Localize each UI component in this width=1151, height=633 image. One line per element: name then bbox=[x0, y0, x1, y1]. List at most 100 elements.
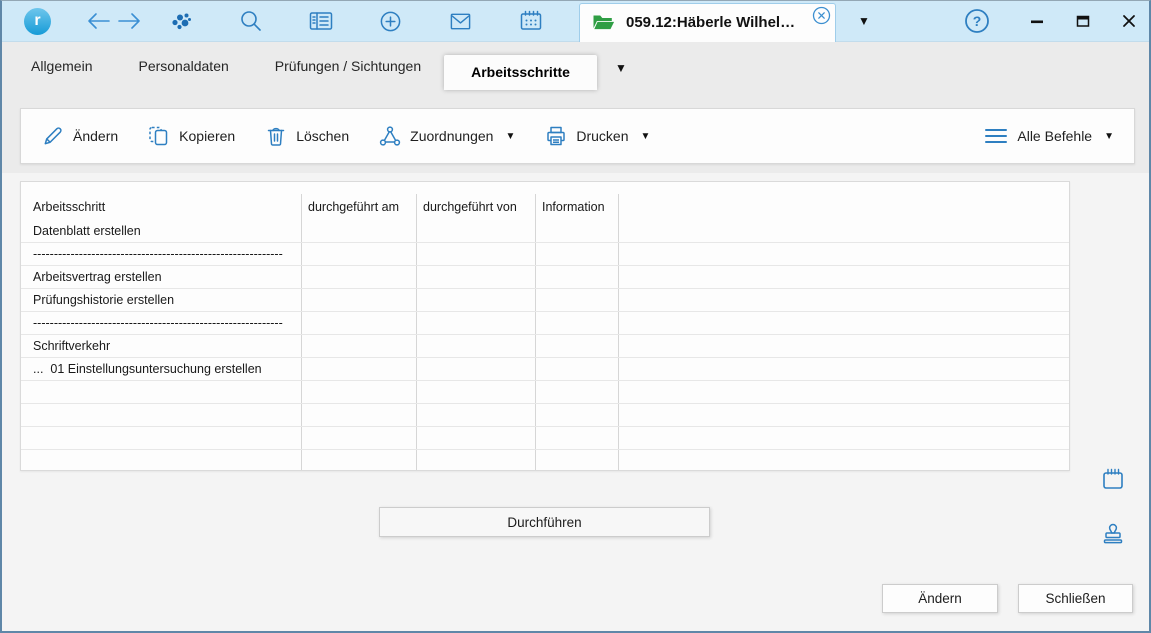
table-cell: Arbeitsvertrag erstellen bbox=[21, 266, 302, 288]
table-cell bbox=[21, 427, 302, 449]
trash-icon bbox=[265, 125, 287, 147]
loeschen-label: Löschen bbox=[296, 128, 349, 144]
table-cell bbox=[536, 220, 619, 242]
aendern-button[interactable]: Ändern bbox=[41, 125, 118, 148]
table-cell bbox=[417, 381, 536, 403]
table-cell bbox=[536, 335, 619, 357]
dropdown-caret-icon: ▼ bbox=[640, 132, 650, 142]
table-row[interactable]: ----------------------------------------… bbox=[21, 312, 1069, 335]
column-header-filler bbox=[619, 194, 1069, 220]
table-cell bbox=[417, 220, 536, 242]
durchfuehren-button[interactable]: Durchführen bbox=[379, 507, 710, 537]
tab-personaldaten[interactable]: Personaldaten bbox=[115, 42, 251, 90]
help-icon[interactable]: ? bbox=[964, 8, 990, 34]
table-cell bbox=[536, 243, 619, 265]
table-cell-filler bbox=[619, 450, 1069, 471]
add-circle-icon[interactable] bbox=[379, 10, 402, 33]
table-cell bbox=[302, 427, 417, 449]
table-cell: ----------------------------------------… bbox=[21, 312, 302, 334]
stamp-icon[interactable] bbox=[1098, 519, 1128, 549]
loeschen-button[interactable]: Löschen bbox=[265, 125, 349, 147]
back-arrow-icon[interactable] bbox=[85, 11, 111, 31]
table-cell bbox=[536, 450, 619, 471]
titlebar-dropdown-caret-icon[interactable]: ▼ bbox=[858, 15, 870, 27]
table-header-row: Arbeitsschritt durchgeführt am durchgefü… bbox=[21, 194, 1069, 220]
table-cell bbox=[417, 427, 536, 449]
dropdown-caret-icon: ▼ bbox=[1104, 132, 1114, 142]
search-icon[interactable] bbox=[239, 9, 263, 33]
table-row[interactable] bbox=[21, 404, 1069, 427]
table-cell bbox=[417, 289, 536, 311]
workflow-cluster-icon[interactable] bbox=[169, 9, 193, 33]
table-cell-filler bbox=[619, 427, 1069, 449]
table-cell bbox=[536, 427, 619, 449]
table-cell bbox=[417, 335, 536, 357]
notepad-icon[interactable] bbox=[1098, 465, 1128, 495]
document-close-icon[interactable] bbox=[812, 6, 831, 25]
table-row[interactable]: Datenblatt erstellen bbox=[21, 220, 1069, 243]
assignments-icon bbox=[379, 125, 401, 147]
table-row[interactable] bbox=[21, 381, 1069, 404]
table-cell bbox=[417, 243, 536, 265]
table-cell bbox=[536, 381, 619, 403]
schliessen-button[interactable]: Schließen bbox=[1018, 584, 1133, 613]
table-row[interactable]: ... 01 Einstellungsuntersuchung erstelle… bbox=[21, 358, 1069, 381]
table-cell-filler bbox=[619, 243, 1069, 265]
table-cell bbox=[536, 266, 619, 288]
toolbar: Ändern Kopieren Löschen Zuordnungen ▼ bbox=[20, 108, 1135, 164]
tab-allgemein[interactable]: Allgemein bbox=[8, 42, 115, 90]
calendar-icon[interactable] bbox=[519, 9, 543, 33]
drucken-button[interactable]: Drucken ▼ bbox=[545, 125, 650, 147]
kopieren-label: Kopieren bbox=[179, 128, 235, 144]
table-row[interactable]: ----------------------------------------… bbox=[21, 243, 1069, 266]
table-cell bbox=[417, 404, 536, 426]
aendern-footer-button[interactable]: Ändern bbox=[882, 584, 998, 613]
document-title: 059.12:Häberle Wilhel… bbox=[626, 14, 795, 31]
document-tab[interactable]: 059.12:Häberle Wilhel… bbox=[579, 3, 836, 42]
alle-befehle-button[interactable]: Alle Befehle ▼ bbox=[984, 127, 1114, 145]
column-header-durchgefuehrt-von[interactable]: durchgeführt von bbox=[417, 194, 536, 220]
column-header-arbeitsschritt[interactable]: Arbeitsschritt bbox=[21, 194, 302, 220]
title-bar: r bbox=[2, 1, 1149, 42]
app-logo-icon[interactable]: r bbox=[24, 8, 51, 35]
table-row[interactable]: Prüfungshistorie erstellen bbox=[21, 289, 1069, 312]
table-cell bbox=[302, 220, 417, 242]
kopieren-button[interactable]: Kopieren bbox=[148, 125, 235, 147]
close-icon[interactable] bbox=[1122, 14, 1136, 28]
forward-arrow-icon[interactable] bbox=[117, 11, 143, 31]
zuordnungen-button[interactable]: Zuordnungen ▼ bbox=[379, 125, 515, 147]
table-row[interactable] bbox=[21, 427, 1069, 450]
aendern-label: Ändern bbox=[73, 128, 118, 144]
table-cell-filler bbox=[619, 220, 1069, 242]
table-cell bbox=[302, 266, 417, 288]
table-row[interactable]: Schriftverkehr bbox=[21, 335, 1069, 358]
mail-icon[interactable] bbox=[449, 10, 472, 33]
table-cell: Datenblatt erstellen bbox=[21, 220, 302, 242]
pencil-icon bbox=[41, 125, 64, 148]
table-cell bbox=[302, 289, 417, 311]
app-window: r bbox=[0, 0, 1151, 633]
alle-befehle-label: Alle Befehle bbox=[1017, 128, 1092, 144]
table-cell bbox=[302, 450, 417, 471]
table-cell bbox=[536, 312, 619, 334]
arbeitsschritte-table: Arbeitsschritt durchgeführt am durchgefü… bbox=[20, 181, 1070, 471]
tab-arbeitsschritte[interactable]: Arbeitsschritte bbox=[444, 55, 597, 90]
table-cell-filler bbox=[619, 312, 1069, 334]
table-cell bbox=[536, 404, 619, 426]
table-cell bbox=[21, 404, 302, 426]
svg-text:?: ? bbox=[973, 13, 982, 29]
tab-pruefungen-sichtungen[interactable]: Prüfungen / Sichtungen bbox=[252, 42, 444, 90]
news-icon[interactable] bbox=[309, 9, 333, 33]
table-cell bbox=[302, 381, 417, 403]
table-row[interactable] bbox=[21, 450, 1069, 471]
table-row[interactable]: Arbeitsvertrag erstellen bbox=[21, 266, 1069, 289]
column-header-durchgefuehrt-am[interactable]: durchgeführt am bbox=[302, 194, 417, 220]
tab-overflow-caret-icon[interactable]: ▼ bbox=[615, 62, 627, 74]
maximize-icon[interactable] bbox=[1076, 14, 1090, 28]
minimize-icon[interactable] bbox=[1030, 14, 1044, 28]
table-cell-filler bbox=[619, 381, 1069, 403]
hamburger-icon bbox=[984, 127, 1008, 145]
dropdown-caret-icon: ▼ bbox=[505, 132, 515, 142]
table-cell bbox=[536, 358, 619, 380]
column-header-information[interactable]: Information bbox=[536, 194, 619, 220]
